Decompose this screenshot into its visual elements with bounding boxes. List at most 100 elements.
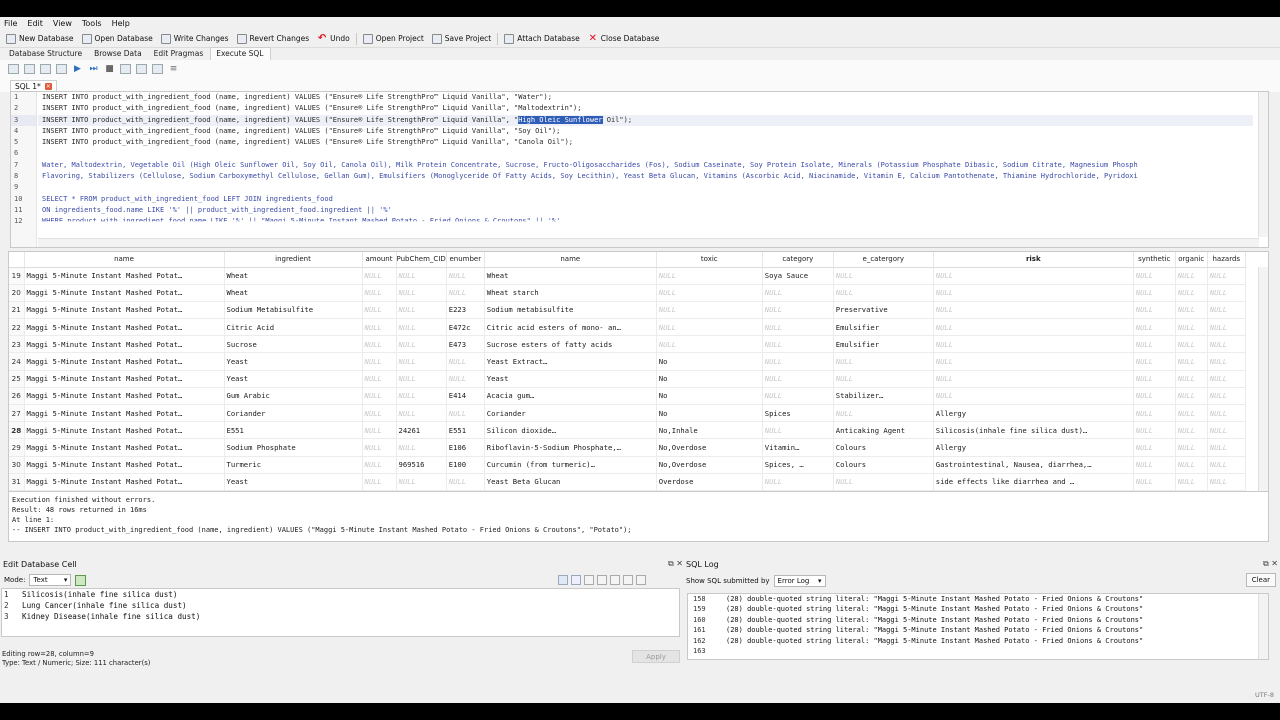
table-cell-null[interactable]: NULL — [656, 318, 763, 337]
table-cell-null[interactable]: NULL — [396, 284, 447, 302]
table-cell-null[interactable]: NULL — [362, 267, 397, 285]
table-cell-null[interactable]: NULL — [762, 284, 834, 302]
table-cell[interactable]: Maggi 5-Minute Instant Mashed Potat… — [24, 370, 225, 388]
auto-switch-icon[interactable] — [75, 574, 87, 586]
menu-edit[interactable]: Edit — [27, 19, 43, 28]
attach-database-button[interactable]: Attach Database — [504, 33, 580, 44]
table-cell-null[interactable]: NULL — [1175, 352, 1208, 371]
execute-line-icon[interactable]: ⏭ — [88, 64, 99, 74]
table-row[interactable]: 25 Maggi 5-Minute Instant Mashed Potat… Ye… — [9, 370, 1246, 388]
table-cell[interactable]: No — [656, 387, 763, 406]
table-cell-null[interactable]: NULL — [833, 267, 934, 285]
table-cell-null[interactable]: NULL — [396, 387, 447, 406]
find-icon[interactable] — [136, 64, 147, 74]
table-cell[interactable]: Allergy — [933, 438, 1134, 457]
table-cell-null[interactable]: NULL — [933, 370, 1134, 388]
table-cell-null[interactable]: NULL — [1175, 301, 1208, 320]
row-number[interactable]: 23 — [9, 335, 25, 354]
table-cell[interactable]: Sucrose — [224, 335, 363, 354]
table-cell-null[interactable]: NULL — [396, 301, 447, 320]
table-cell-null[interactable]: NULL — [446, 284, 485, 302]
open-tab-icon[interactable] — [8, 64, 19, 74]
menu-tools[interactable]: Tools — [82, 19, 102, 28]
print-icon[interactable] — [56, 64, 67, 74]
table-cell-null[interactable]: NULL — [1133, 404, 1176, 423]
table-cell[interactable]: Coriander — [484, 404, 657, 423]
table-cell-null[interactable]: NULL — [396, 404, 447, 423]
table-cell-null[interactable]: NULL — [1207, 438, 1246, 457]
table-cell[interactable]: No — [656, 404, 763, 423]
tab-edit-pragmas[interactable]: Edit Pragmas — [149, 48, 211, 60]
table-cell[interactable]: Gum Arabic — [224, 387, 363, 406]
table-row[interactable]: 21 Maggi 5-Minute Instant Mashed Potat… So… — [9, 301, 1246, 320]
import-icon[interactable] — [597, 575, 608, 585]
table-cell-null[interactable]: NULL — [1207, 473, 1246, 491]
table-cell-null[interactable]: NULL — [656, 267, 763, 285]
table-cell[interactable]: Anticaking Agent — [833, 421, 934, 440]
clear-log-button[interactable]: Clear — [1245, 573, 1276, 587]
close-tab-icon[interactable]: × — [44, 83, 52, 90]
column-header-synthetic[interactable]: synthetic — [1133, 252, 1176, 268]
table-cell-null[interactable]: NULL — [1133, 284, 1176, 302]
sql-editor[interactable]: 1 2 3 4 5 6 7 8 9 10 11 12 INSERT INTO product_with… — [10, 91, 1269, 248]
undo-button[interactable]: ↶ Undo — [317, 33, 350, 44]
format-icon[interactable] — [584, 575, 595, 585]
row-number[interactable]: 25 — [9, 370, 25, 388]
table-cell[interactable]: E106 — [446, 438, 485, 457]
table-cell-null[interactable]: NULL — [933, 352, 1134, 371]
table-cell-null[interactable]: NULL — [1133, 456, 1176, 474]
table-row[interactable]: 26 Maggi 5-Minute Instant Mashed Potat… Gu… — [9, 387, 1246, 406]
new-database-button[interactable]: New Database — [6, 33, 74, 44]
table-cell[interactable]: Emulsifier — [833, 318, 934, 337]
table-cell[interactable]: Wheat — [484, 267, 657, 285]
open-database-button[interactable]: Open Database — [81, 33, 153, 44]
table-row[interactable]: 20 Maggi 5-Minute Instant Mashed Potat… Wh… — [9, 284, 1246, 302]
menu-file[interactable]: File — [4, 19, 17, 28]
table-cell[interactable]: Silicon dioxide… — [484, 421, 657, 440]
table-cell-null[interactable]: NULL — [396, 473, 447, 491]
table-cell[interactable]: E414 — [446, 387, 485, 406]
table-cell[interactable]: E472c — [446, 318, 485, 337]
table-cell[interactable]: E100 — [446, 456, 485, 474]
table-cell[interactable]: No,Overdose — [656, 438, 763, 457]
table-cell-null[interactable]: NULL — [1133, 473, 1176, 491]
table-cell-null[interactable]: NULL — [656, 301, 763, 320]
table-cell[interactable]: 969516 — [396, 456, 447, 474]
table-cell[interactable]: Colours — [833, 456, 934, 474]
table-cell[interactable]: Wheat starch — [484, 284, 657, 302]
table-cell-null[interactable]: NULL — [833, 370, 934, 388]
table-cell-null[interactable]: NULL — [1175, 267, 1208, 285]
table-cell-null[interactable]: NULL — [762, 473, 834, 491]
table-cell[interactable]: E551 — [224, 421, 363, 440]
menu-help[interactable]: Help — [112, 19, 130, 28]
table-cell[interactable]: No — [656, 352, 763, 371]
column-header-category[interactable]: category — [762, 252, 834, 268]
table-cell[interactable]: Maggi 5-Minute Instant Mashed Potat… — [24, 456, 225, 474]
table-cell[interactable]: Citric acid esters of mono- an… — [484, 318, 657, 337]
table-cell-null[interactable]: NULL — [446, 370, 485, 388]
sql-log-output[interactable]: 158 (28) double-quoted string literal: "M… — [687, 593, 1269, 660]
table-cell-null[interactable]: NULL — [933, 335, 1134, 354]
table-cell[interactable]: Riboflavin-5-Sodium Phosphate,… — [484, 438, 657, 457]
table-cell-null[interactable]: NULL — [446, 352, 485, 371]
table-row[interactable]: 28 Maggi 5-Minute Instant Mashed Potat… E5… — [9, 421, 1246, 440]
table-cell[interactable]: Spices, … — [762, 456, 834, 474]
table-cell-null[interactable]: NULL — [362, 318, 397, 337]
word-wrap-icon[interactable] — [558, 575, 569, 585]
table-cell[interactable]: Stabilizer… — [833, 387, 934, 406]
table-cell-null[interactable]: NULL — [1175, 318, 1208, 337]
mode-select[interactable]: Text ▾ — [29, 574, 72, 586]
table-cell-null[interactable]: NULL — [362, 473, 397, 491]
cell-editor[interactable]: 1 Silicosis(inhale fine silica dust) 2 Lung… — [1, 588, 680, 637]
table-row[interactable]: 30 Maggi 5-Minute Instant Mashed Potat… Tu… — [9, 456, 1246, 474]
write-changes-button[interactable]: Write Changes — [160, 33, 229, 44]
sql-log-window-buttons[interactable]: ⧉ ✕ — [1263, 559, 1278, 569]
table-cell[interactable]: Maggi 5-Minute Instant Mashed Potat… — [24, 267, 225, 285]
table-cell-null[interactable]: NULL — [362, 438, 397, 457]
stop-icon[interactable]: ■ — [104, 64, 115, 74]
table-cell-null[interactable]: NULL — [1207, 301, 1246, 320]
row-number[interactable]: 20 — [9, 284, 25, 302]
table-cell-null[interactable]: NULL — [1207, 335, 1246, 354]
table-cell-null[interactable]: NULL — [762, 352, 834, 371]
column-header-name[interactable]: name — [24, 252, 225, 268]
